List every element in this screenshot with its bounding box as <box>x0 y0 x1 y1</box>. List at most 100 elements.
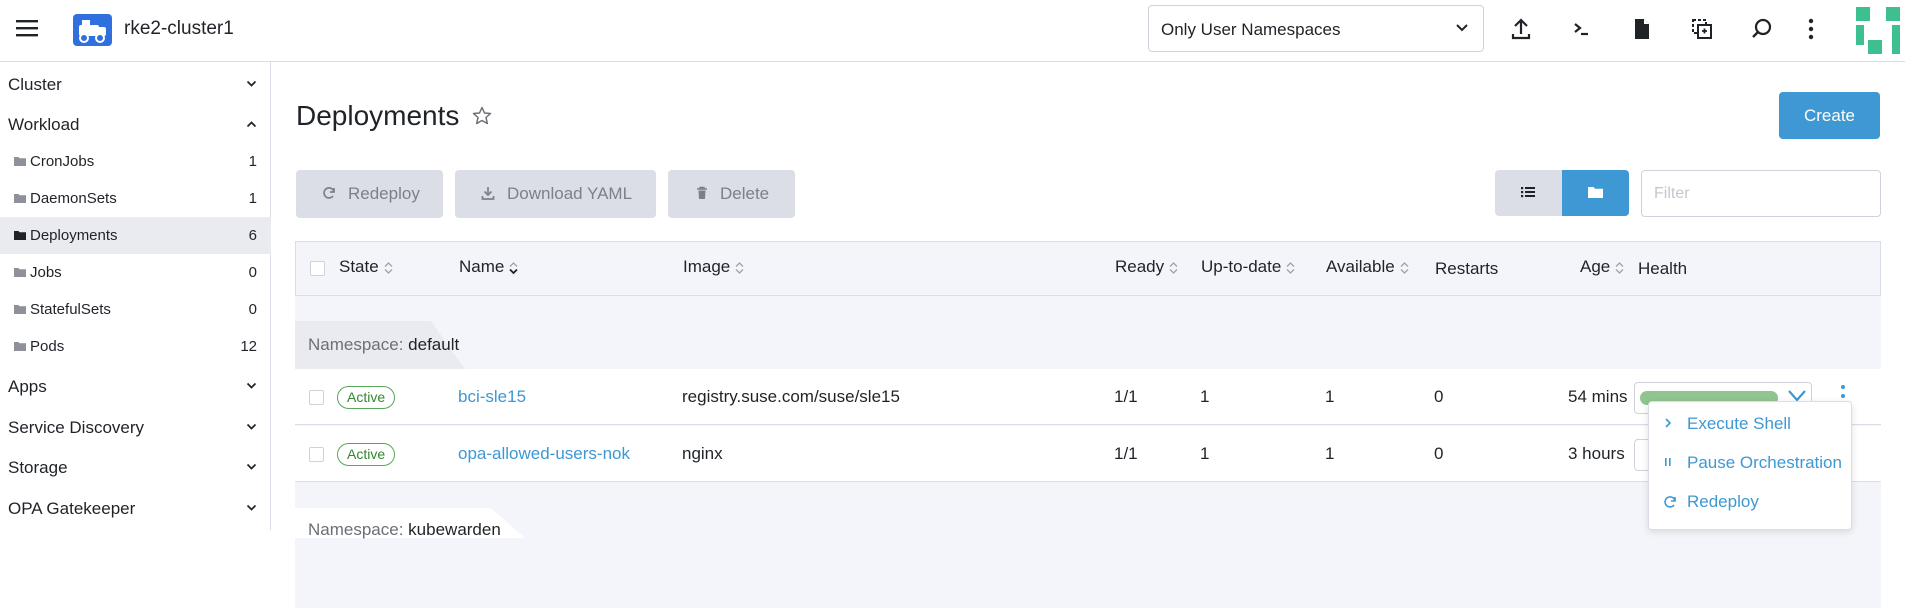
column-header-name[interactable]: Name <box>459 257 518 277</box>
image-cell: nginx <box>682 444 723 463</box>
sidebar-item-pods[interactable]: Pods 12 <box>0 328 271 365</box>
menu-item-execute-shell[interactable]: Execute Shell <box>1649 405 1853 443</box>
restarts-cell: 0 <box>1434 444 1444 463</box>
ready-cell: 1/1 <box>1114 444 1138 463</box>
available-cell: 1 <box>1325 387 1335 406</box>
brand-logo[interactable] <box>1856 7 1900 54</box>
group-by-namespace-toggle[interactable] <box>1562 170 1629 216</box>
namespace-group-label: Namespace: default <box>308 335 459 355</box>
refresh-icon <box>1664 496 1676 508</box>
sidebar-group-cluster[interactable]: Cluster <box>0 65 271 103</box>
sort-icon <box>384 261 393 274</box>
copy-icon[interactable] <box>1690 17 1716 43</box>
column-header-state[interactable]: State <box>339 257 393 277</box>
sidebar-item-label: DaemonSets <box>30 190 117 207</box>
restarts-cell: 0 <box>1434 387 1444 406</box>
age-cell: 3 hours <box>1568 444 1625 463</box>
sidebar-item-label: Deployments <box>30 227 118 244</box>
sidebar-item-label: StatefulSets <box>30 301 111 318</box>
column-header-label: Restarts <box>1435 259 1499 278</box>
deployment-name-link[interactable]: opa-allowed-users-nok <box>458 444 630 464</box>
folder-icon <box>14 193 26 203</box>
column-header-age[interactable]: Age <box>1580 257 1624 277</box>
upload-icon[interactable] <box>1510 17 1536 43</box>
sort-icon <box>735 261 744 274</box>
table-row[interactable]: Active opa-allowed-users-nok nginx 1/1 1… <box>295 426 1881 482</box>
sidebar-item-count: 12 <box>240 338 257 355</box>
sidebar-group-apps[interactable]: Apps <box>0 367 271 405</box>
menu-item-redeploy[interactable]: Redeploy <box>1649 483 1853 521</box>
search-icon[interactable] <box>1750 17 1776 43</box>
deployment-name-link[interactable]: bci-sle15 <box>458 387 526 407</box>
menu-item-pause-orchestration[interactable]: Pause Orchestration <box>1649 444 1853 482</box>
refresh-icon <box>323 187 335 199</box>
sidebar-item-jobs[interactable]: Jobs 0 <box>0 254 271 291</box>
menu-item-label: Execute Shell <box>1687 414 1791 433</box>
cluster-icon <box>73 14 112 46</box>
ready-cell: 1/1 <box>1114 387 1138 406</box>
sidebar-group-service-discovery[interactable]: Service Discovery <box>0 408 271 446</box>
column-header-label: Ready <box>1115 257 1165 276</box>
delete-label: Delete <box>720 184 770 203</box>
row-checkbox[interactable] <box>309 447 324 462</box>
delete-button[interactable]: Delete <box>668 170 795 218</box>
sidebar-group-label: Cluster <box>8 75 62 94</box>
chevron-down-icon <box>246 423 257 431</box>
row-checkbox[interactable] <box>309 390 324 405</box>
chevron-down-icon <box>246 80 257 88</box>
sidebar-item-count: 1 <box>248 153 257 170</box>
sort-icon <box>509 261 518 274</box>
sidebar-item-count: 0 <box>248 264 257 281</box>
folder-icon <box>14 341 26 351</box>
sidebar-group-label: Workload <box>8 115 80 134</box>
list-icon <box>1521 187 1535 198</box>
sidebar-item-cronjobs[interactable]: CronJobs 1 <box>0 143 271 180</box>
column-header-ready[interactable]: Ready <box>1115 257 1178 277</box>
column-header-available[interactable]: Available <box>1326 257 1409 277</box>
folder-icon <box>14 156 26 166</box>
menu-item-label: Redeploy <box>1687 492 1759 511</box>
sidebar-group-opa-gatekeeper[interactable]: OPA Gatekeeper <box>0 489 271 527</box>
download-yaml-button[interactable]: Download YAML <box>455 170 656 218</box>
chevron-down-icon <box>246 463 257 471</box>
sidebar-item-daemonsets[interactable]: DaemonSets 1 <box>0 180 271 217</box>
sidebar-item-deployments[interactable]: Deployments 6 <box>0 217 271 254</box>
menu-icon[interactable] <box>16 19 38 37</box>
row-action-menu: Execute Shell Pause Orchestration Redepl… <box>1648 401 1852 530</box>
sidebar-item-label: Pods <box>30 338 65 355</box>
redeploy-label: Redeploy <box>348 184 420 203</box>
column-header-up-to-date[interactable]: Up-to-date <box>1201 257 1295 277</box>
image-cell: registry.suse.com/suse/sle15 <box>682 387 900 406</box>
column-header-label: Health <box>1638 259 1688 278</box>
redeploy-button[interactable]: Redeploy <box>296 170 443 218</box>
chevron-down-icon <box>1455 23 1469 33</box>
sidebar-group-workload[interactable]: Workload <box>0 105 271 143</box>
download-yaml-label: Download YAML <box>507 184 633 203</box>
shell-icon[interactable] <box>1570 17 1596 43</box>
filter-input[interactable] <box>1641 170 1881 217</box>
sidebar-item-statefulsets[interactable]: StatefulSets 0 <box>0 291 271 328</box>
select-all-checkbox[interactable] <box>310 261 325 276</box>
more-vertical-icon[interactable] <box>1806 17 1832 43</box>
namespace-group-label: Namespace: kubewarden <box>308 520 501 540</box>
list-view-toggle[interactable] <box>1495 170 1562 216</box>
column-header-image[interactable]: Image <box>683 257 744 277</box>
star-icon[interactable] <box>472 106 492 126</box>
column-header-label: Name <box>459 257 505 276</box>
available-cell: 1 <box>1325 444 1335 463</box>
table-row[interactable]: Active bci-sle15 registry.suse.com/suse/… <box>295 369 1881 425</box>
status-badge: Active <box>337 443 396 466</box>
up-to-date-cell: 1 <box>1200 387 1210 406</box>
sort-icon <box>1615 261 1624 274</box>
chevron-right-icon <box>1665 418 1672 428</box>
column-header-label: Age <box>1580 257 1611 276</box>
file-icon[interactable] <box>1631 17 1657 43</box>
sidebar-group-storage[interactable]: Storage <box>0 448 271 486</box>
folder-icon <box>1588 187 1603 198</box>
sidebar-group-label: Storage <box>8 458 68 477</box>
namespace-select[interactable]: Only User Namespaces <box>1148 5 1484 52</box>
status-badge: Active <box>337 386 396 409</box>
create-button[interactable]: Create <box>1779 92 1880 139</box>
trash-icon <box>697 186 707 199</box>
top-header: rke2-cluster1 Only User Namespaces <box>0 0 1905 62</box>
